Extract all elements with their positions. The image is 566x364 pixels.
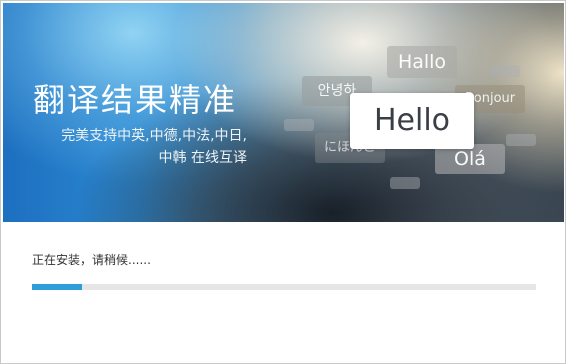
banner-subtitle-line1: 完美支持中英,中德,中法,中日, bbox=[61, 128, 247, 144]
install-progress-fill bbox=[32, 284, 83, 290]
decor-pill bbox=[506, 134, 536, 146]
language-bubble-hello: Hello bbox=[350, 93, 474, 149]
decor-pill bbox=[284, 119, 314, 131]
install-status-text: 正在安装，请稍候...... bbox=[32, 253, 151, 267]
promo-banner: 翻译结果精准 完美支持中英,中德,中法,中日, 中韩 在线互译 Hallo 안녕… bbox=[3, 3, 564, 222]
banner-subtitle: 完美支持中英,中德,中法,中日, 中韩 在线互译 bbox=[33, 125, 247, 169]
decor-pill bbox=[490, 65, 520, 77]
banner-subtitle-line2: 中韩 在线互译 bbox=[158, 150, 247, 166]
installer-window: 翻译结果精准 完美支持中英,中德,中法,中日, 中韩 在线互译 Hallo 안녕… bbox=[0, 0, 566, 364]
language-bubble-hallo: Hallo bbox=[387, 46, 457, 78]
install-progress-bar bbox=[32, 284, 536, 290]
banner-title: 翻译结果精准 bbox=[33, 81, 238, 119]
decor-pill bbox=[390, 177, 420, 189]
